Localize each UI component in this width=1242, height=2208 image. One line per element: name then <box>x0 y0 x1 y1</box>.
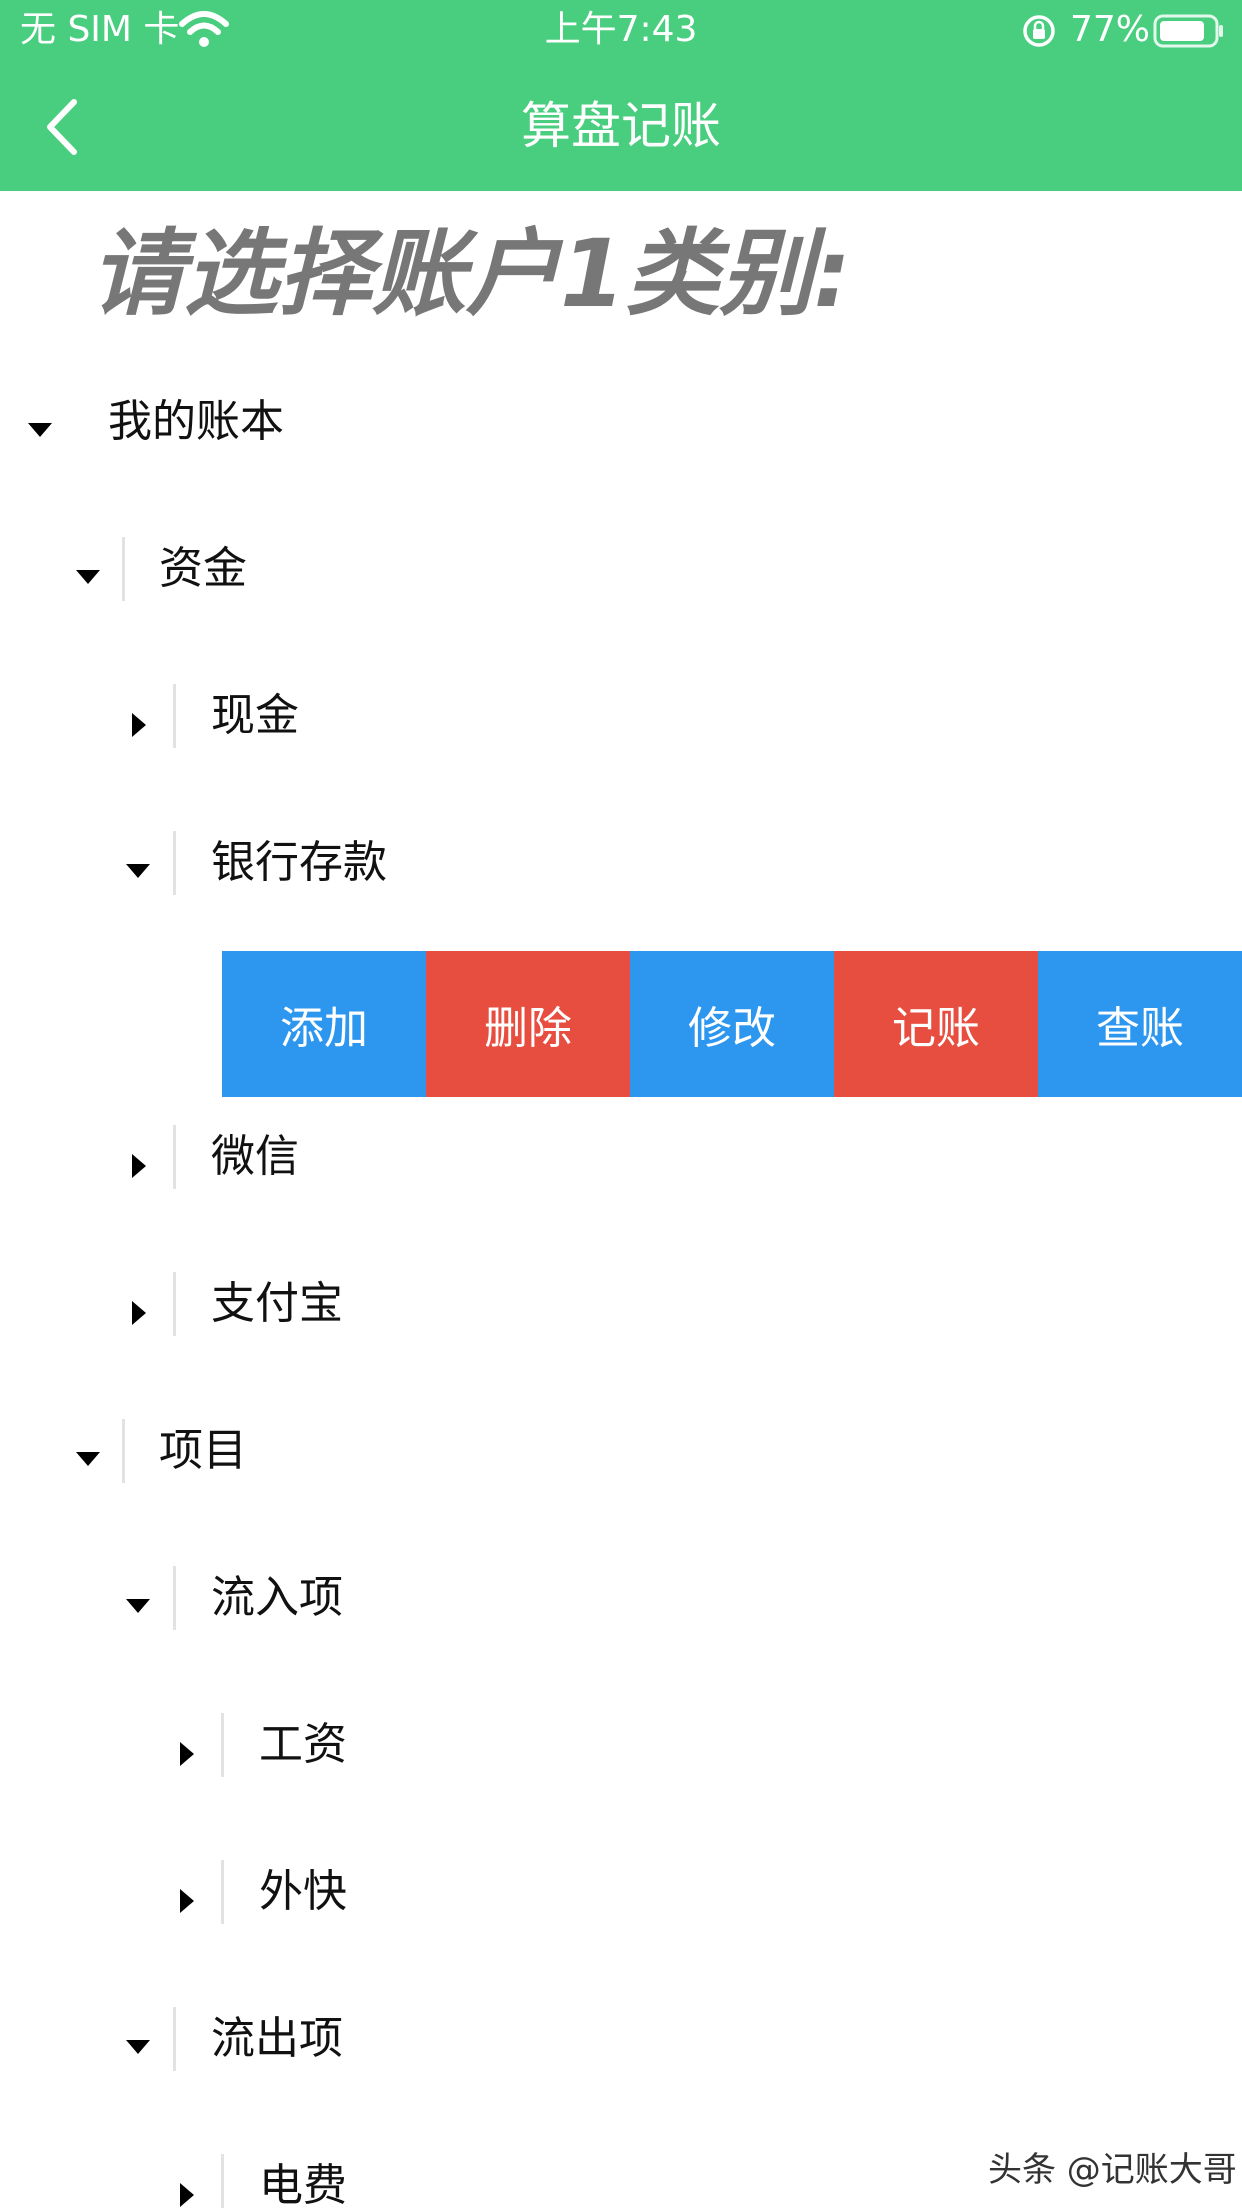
watermark: 头条 @记账大哥 <box>988 2150 1237 2190</box>
tree-separator <box>122 1419 125 1483</box>
tree-node-label: 工资 <box>259 1719 347 1770</box>
tree-node-funds[interactable]: 资金 <box>0 523 1242 643</box>
battery-percentage: 77% <box>1070 9 1151 50</box>
caret-right-icon <box>180 1889 194 1913</box>
tree-node-label: 我的账本 <box>108 396 284 447</box>
caret-right-icon <box>132 713 146 737</box>
caret-down-icon <box>28 423 52 437</box>
tree-separator <box>173 1125 176 1189</box>
caret-right-icon <box>180 1742 194 1766</box>
tree-separator <box>221 2154 224 2208</box>
caret-right-icon <box>132 1154 146 1178</box>
nav-title: 算盘记账 <box>521 97 721 155</box>
tree-node-wechat[interactable]: 微信 <box>0 1111 1242 1231</box>
caret-right-icon <box>180 2183 194 2207</box>
add-button[interactable]: 添加 <box>222 951 426 1097</box>
caret-down-icon <box>126 1599 150 1613</box>
tree-node-project[interactable]: 项目 <box>0 1405 1242 1525</box>
tree-node-bank[interactable]: 银行存款 <box>0 817 1242 937</box>
tree-separator <box>173 831 176 895</box>
app-header: 无 SIM 卡 上午7:43 77% 算盘记账 <box>0 0 1242 191</box>
tree-separator <box>122 537 125 601</box>
tree-node-label: 微信 <box>211 1131 299 1182</box>
query-button[interactable]: 查账 <box>1038 951 1242 1097</box>
tree-separator <box>173 2007 176 2071</box>
tree-node-label: 现金 <box>211 690 299 741</box>
caret-down-icon <box>126 2040 150 2054</box>
edit-button[interactable]: 修改 <box>630 951 834 1097</box>
tree-node-label: 银行存款 <box>211 837 387 888</box>
caret-down-icon <box>126 864 150 878</box>
page-title: 请选择账户1类别: <box>90 220 851 329</box>
tree-node-alipay[interactable]: 支付宝 <box>0 1258 1242 1378</box>
tree-separator <box>221 1713 224 1777</box>
tree-separator <box>173 684 176 748</box>
tree-node-label: 流入项 <box>211 1572 343 1623</box>
tree-node-label: 流出项 <box>211 2013 343 2064</box>
tree-node-outflow[interactable]: 流出项 <box>0 1993 1242 2113</box>
tree-node-label: 项目 <box>159 1425 247 1476</box>
tree-node-label: 支付宝 <box>211 1278 343 1329</box>
battery-icon <box>1153 14 1223 48</box>
tree-node-inflow[interactable]: 流入项 <box>0 1552 1242 1672</box>
tree-separator <box>221 1860 224 1924</box>
caret-down-icon <box>76 1452 100 1466</box>
tree-node-label: 电费 <box>259 2160 347 2208</box>
tree-node-label: 外快 <box>259 1866 347 1917</box>
tree-node-label: 资金 <box>159 543 247 594</box>
delete-button[interactable]: 删除 <box>426 951 630 1097</box>
rotation-lock-icon <box>1023 15 1055 47</box>
tree-node-side-income[interactable]: 外快 <box>0 1846 1242 1966</box>
tree-node-salary[interactable]: 工资 <box>0 1699 1242 1819</box>
tree-separator <box>173 1272 176 1336</box>
caret-down-icon <box>76 570 100 584</box>
node-action-bar: 添加 删除 修改 记账 查账 <box>222 951 1242 1097</box>
tree-node-root[interactable]: 我的账本 <box>0 376 1242 496</box>
record-button[interactable]: 记账 <box>834 951 1038 1097</box>
caret-right-icon <box>132 1301 146 1325</box>
tree-separator <box>173 1566 176 1630</box>
tree-node-cash[interactable]: 现金 <box>0 670 1242 790</box>
